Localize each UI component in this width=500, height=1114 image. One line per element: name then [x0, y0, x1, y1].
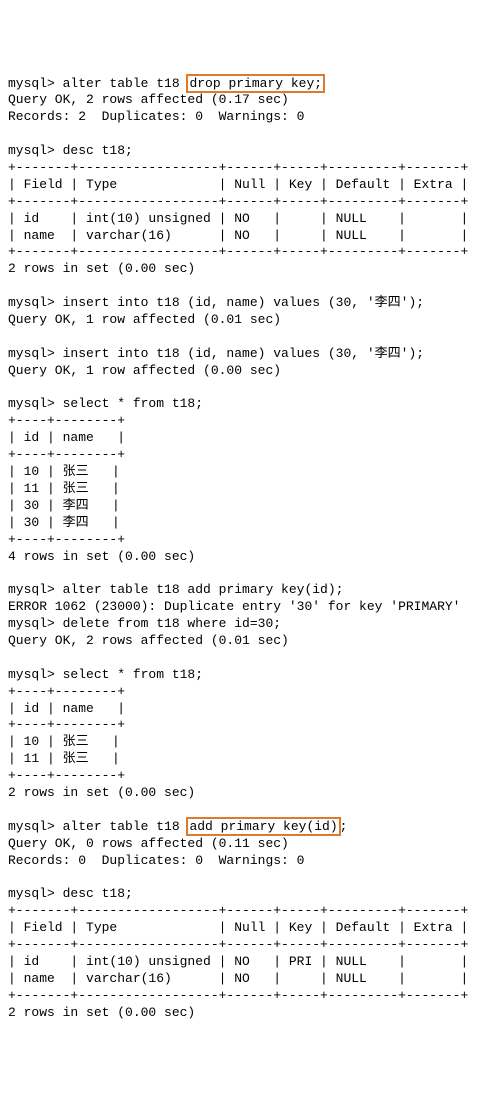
terminal-line: Records: 2 Duplicates: 0 Warnings: 0	[8, 109, 492, 126]
terminal-line: Query OK, 1 row affected (0.00 sec)	[8, 363, 492, 380]
terminal-line: mysql> alter table t18 drop primary key;	[8, 76, 492, 93]
terminal-line: Records: 0 Duplicates: 0 Warnings: 0	[8, 853, 492, 870]
terminal-line: mysql> insert into t18 (id, name) values…	[8, 295, 492, 312]
terminal-line: 4 rows in set (0.00 sec)	[8, 549, 492, 566]
terminal-line: mysql> select * from t18;	[8, 396, 492, 413]
terminal-line: +-------+------------------+------+-----…	[8, 903, 492, 920]
terminal-line: +-------+------------------+------+-----…	[8, 988, 492, 1005]
terminal-line: | 30 | 李四 |	[8, 498, 492, 515]
terminal-line: Query OK, 2 rows affected (0.17 sec)	[8, 92, 492, 109]
terminal-line: mysql> alter table t18 add primary key(i…	[8, 582, 492, 599]
terminal-line	[8, 126, 492, 143]
terminal-line	[8, 565, 492, 582]
terminal-line: | id | name |	[8, 430, 492, 447]
terminal-line: +----+--------+	[8, 532, 492, 549]
terminal-line: | id | int(10) unsigned | NO | PRI | NUL…	[8, 954, 492, 971]
terminal-line: mysql> desc t18;	[8, 143, 492, 160]
prompt-prefix: mysql>	[8, 76, 63, 91]
terminal-line: | 11 | 张三 |	[8, 751, 492, 768]
terminal-line: Query OK, 2 rows affected (0.01 sec)	[8, 633, 492, 650]
terminal-line: | id | int(10) unsigned | NO | | NULL | …	[8, 211, 492, 228]
terminal-line	[8, 278, 492, 295]
terminal-line: | Field | Type | Null | Key | Default | …	[8, 920, 492, 937]
terminal-line: | name | varchar(16) | NO | | NULL | |	[8, 228, 492, 245]
terminal-line: | name | varchar(16) | NO | | NULL | |	[8, 971, 492, 988]
terminal-line: +----+--------+	[8, 413, 492, 430]
terminal-line: | 11 | 张三 |	[8, 481, 492, 498]
command-text: alter table t18	[63, 76, 188, 91]
terminal-line: mysql> alter table t18 add primary key(i…	[8, 819, 492, 836]
terminal-output: mysql> alter table t18 drop primary key;…	[8, 76, 492, 1022]
terminal-line	[8, 869, 492, 886]
terminal-line: 2 rows in set (0.00 sec)	[8, 785, 492, 802]
terminal-line: +-------+------------------+------+-----…	[8, 160, 492, 177]
terminal-line: | 10 | 张三 |	[8, 464, 492, 481]
terminal-line: +----+--------+	[8, 447, 492, 464]
terminal-line: mysql> desc t18;	[8, 886, 492, 903]
terminal-line: +----+--------+	[8, 684, 492, 701]
terminal-line: | 30 | 李四 |	[8, 515, 492, 532]
terminal-line: | 10 | 张三 |	[8, 734, 492, 751]
terminal-line: 2 rows in set (0.00 sec)	[8, 261, 492, 278]
terminal-line: +----+--------+	[8, 768, 492, 785]
terminal-line: mysql> delete from t18 where id=30;	[8, 616, 492, 633]
terminal-line: +-------+------------------+------+-----…	[8, 244, 492, 261]
terminal-line	[8, 380, 492, 397]
highlighted-text: add primary key(id)	[186, 817, 340, 836]
terminal-line: +----+--------+	[8, 717, 492, 734]
terminal-line: 2 rows in set (0.00 sec)	[8, 1005, 492, 1022]
highlighted-text: drop primary key;	[186, 74, 325, 93]
terminal-line: Query OK, 0 rows affected (0.11 sec)	[8, 836, 492, 853]
terminal-line: +-------+------------------+------+-----…	[8, 194, 492, 211]
terminal-line: | Field | Type | Null | Key | Default | …	[8, 177, 492, 194]
terminal-line	[8, 329, 492, 346]
terminal-line: Query OK, 1 row affected (0.01 sec)	[8, 312, 492, 329]
terminal-line: mysql> insert into t18 (id, name) values…	[8, 346, 492, 363]
prompt-prefix: mysql>	[8, 819, 63, 834]
command-text: alter table t18	[63, 819, 188, 834]
terminal-line	[8, 650, 492, 667]
terminal-line: +-------+------------------+------+-----…	[8, 937, 492, 954]
terminal-line: | id | name |	[8, 701, 492, 718]
terminal-line: ERROR 1062 (23000): Duplicate entry '30'…	[8, 599, 492, 616]
terminal-line: mysql> select * from t18;	[8, 667, 492, 684]
command-text: ;	[340, 819, 348, 834]
